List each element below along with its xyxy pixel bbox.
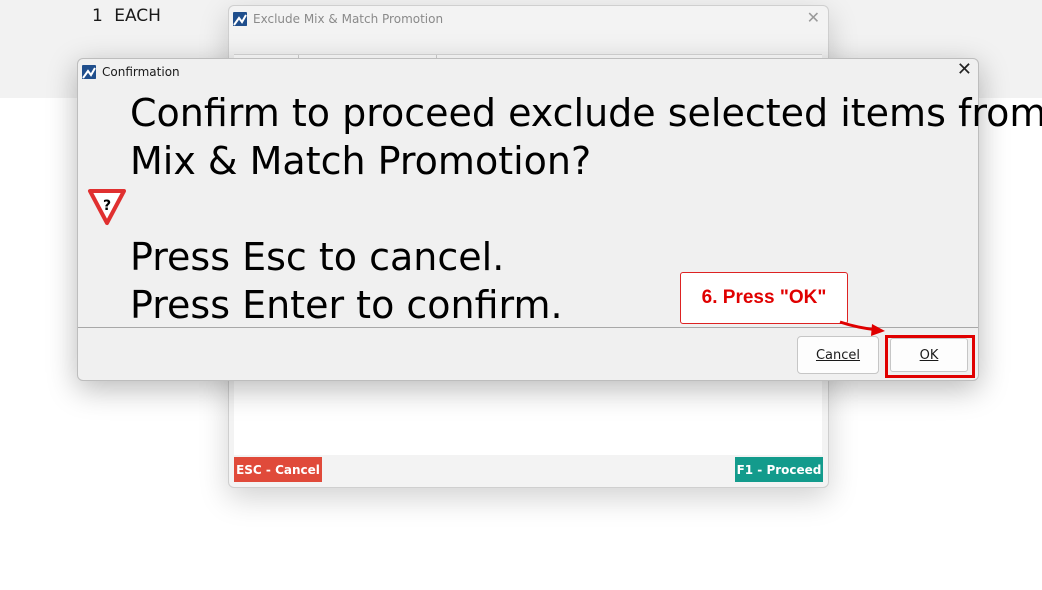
close-icon[interactable]: ✕ — [807, 8, 820, 27]
app-icon — [233, 12, 247, 26]
quantity-value: 1 — [92, 6, 103, 26]
callout-arrow-icon — [839, 320, 885, 336]
warning-question-icon: ? — [86, 185, 128, 227]
instruction-callout: 6. Press "OK" — [680, 272, 848, 324]
svg-text:?: ? — [103, 198, 111, 214]
dialog-title: Confirmation — [102, 65, 180, 79]
window-title: Exclude Mix & Match Promotion — [253, 12, 444, 26]
unit-label: EACH — [114, 6, 161, 26]
app-icon — [82, 65, 96, 79]
dialog-message: Confirm to proceed exclude selected item… — [130, 91, 1042, 327]
esc-cancel-button[interactable]: ESC - Cancel — [234, 457, 322, 482]
ok-highlight-box — [885, 335, 975, 378]
cancel-button[interactable]: Cancel — [797, 336, 879, 374]
f1-proceed-button[interactable]: F1 - Proceed — [735, 457, 823, 482]
cancel-button-label: Cancel — [815, 347, 861, 363]
window-titlebar: Exclude Mix & Match Promotion ✕ — [229, 6, 828, 32]
close-icon[interactable]: ✕ — [957, 59, 972, 80]
background-quantity-row: 1 EACH — [92, 6, 161, 26]
